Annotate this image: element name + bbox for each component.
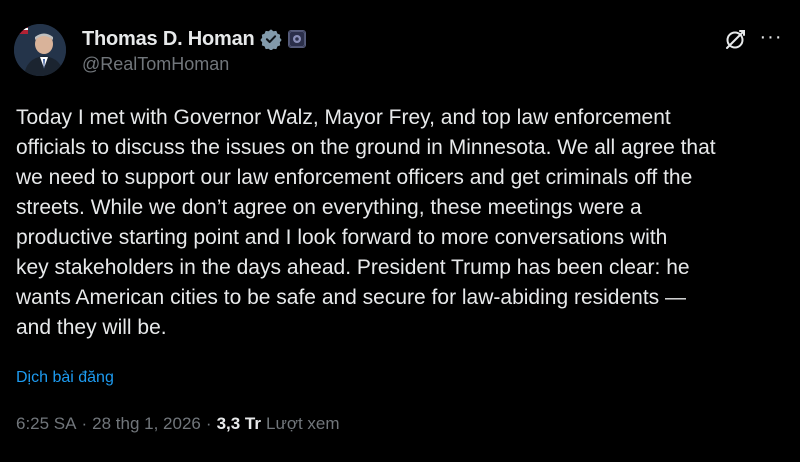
- meta-separator: ·: [81, 414, 88, 433]
- avatar-image: [14, 24, 66, 76]
- post-time[interactable]: 6:25 SA: [16, 414, 77, 434]
- post-text: Today I met with Governor Walz, Mayor Fr…: [16, 106, 716, 339]
- more-options-icon[interactable]: ···: [758, 27, 784, 53]
- post-date[interactable]: 28 thg 1, 2026: [92, 414, 201, 434]
- avatar[interactable]: [14, 24, 66, 76]
- author-display-name[interactable]: Thomas D. Homan: [82, 28, 255, 51]
- views-label: Lượt xem: [265, 414, 340, 433]
- post-card: Thomas D. Homan @RealTomHoman ··· Today …: [0, 0, 800, 462]
- translate-post-link[interactable]: Dịch bài đăng: [16, 369, 114, 387]
- meta-separator: ·: [205, 414, 212, 433]
- verified-badge-icon[interactable]: [259, 28, 282, 50]
- author-handle[interactable]: @RealTomHoman: [82, 54, 306, 75]
- author-info: Thomas D. Homan @RealTomHoman: [82, 26, 306, 75]
- views-count[interactable]: 3,3 Tr: [217, 414, 261, 434]
- grok-icon[interactable]: [722, 27, 748, 53]
- government-badge-icon[interactable]: [287, 30, 306, 48]
- author-name-row: Thomas D. Homan: [82, 26, 306, 52]
- post-meta: 6:25 SA · 28 thg 1, 2026 · 3,3 Tr Lượt x…: [16, 414, 340, 434]
